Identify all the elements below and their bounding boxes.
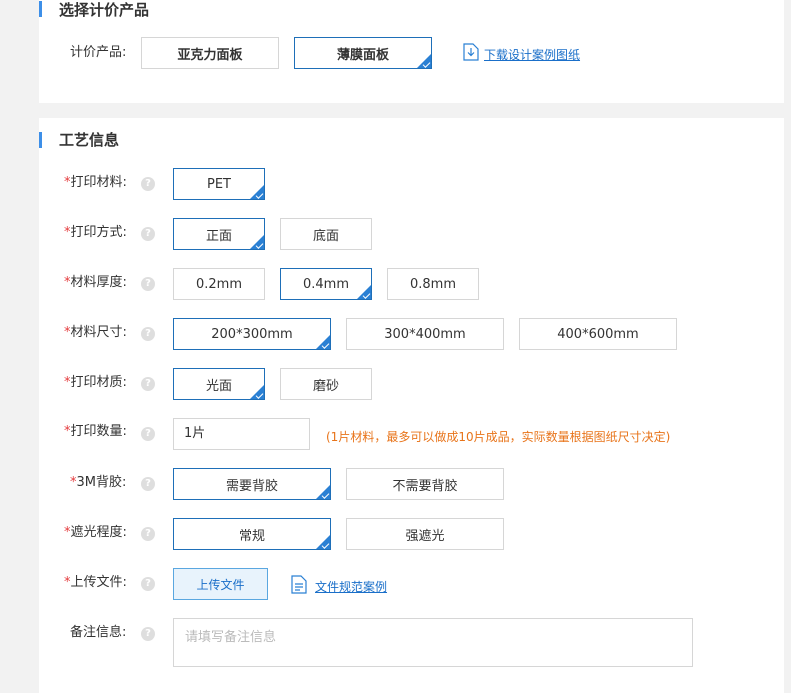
help-icon[interactable]: ?	[141, 377, 155, 391]
help-icon[interactable]: ?	[141, 577, 155, 591]
option-label: 不需要背胶	[392, 478, 458, 494]
label-text: 打印材料:	[70, 175, 127, 190]
remark-label: 备注信息:	[70, 625, 127, 640]
help-icon[interactable]: ?	[141, 327, 155, 341]
process-panel: 工艺信息 *打印材料: ? PET *打印方式: ? 正面 底面 *材料厚度: …	[39, 118, 784, 693]
help-icon[interactable]: ?	[141, 277, 155, 291]
option-label: 0.2mm	[195, 276, 242, 292]
texture-label: *打印材质:	[64, 375, 127, 391]
method-option-front[interactable]: 正面	[173, 218, 265, 250]
label-text: 材料厚度:	[70, 275, 127, 290]
section-title-product: 选择计价产品	[59, 1, 150, 19]
label-text: 上传文件:	[70, 575, 127, 590]
adhesive-label: *3M背胶:	[70, 475, 126, 491]
check-icon	[321, 541, 330, 549]
remark-textarea[interactable]	[173, 618, 693, 667]
product-option-film[interactable]: 薄膜面板	[294, 37, 432, 69]
product-option-acrylic[interactable]: 亚克力面板	[141, 37, 279, 69]
texture-option-matte[interactable]: 磨砂	[280, 368, 372, 400]
section-accent-bar	[39, 132, 42, 148]
method-option-back[interactable]: 底面	[280, 218, 372, 250]
upload-file-button[interactable]: 上传文件	[173, 568, 268, 600]
section-accent-bar	[39, 1, 42, 17]
option-label: 强遮光	[405, 528, 445, 544]
check-icon	[422, 60, 431, 68]
section-title-process: 工艺信息	[59, 131, 120, 149]
method-label: *打印方式:	[64, 225, 127, 241]
option-label: 磨砂	[312, 378, 339, 394]
adhesive-option-yes[interactable]: 需要背胶	[173, 468, 331, 500]
label-text: 材料尺寸:	[70, 325, 127, 340]
check-icon	[321, 341, 330, 349]
file-spec-link[interactable]: 文件规范案例	[315, 578, 387, 595]
option-label: 300*400mm	[384, 326, 466, 342]
quantity-label: *打印数量:	[64, 424, 127, 440]
label-text: 打印数量:	[70, 424, 127, 439]
texture-option-glossy[interactable]: 光面	[173, 368, 265, 400]
download-design-link[interactable]: 下载设计案例图纸	[484, 46, 580, 63]
help-icon[interactable]: ?	[141, 427, 155, 441]
size-option-200x300[interactable]: 200*300mm	[173, 318, 331, 350]
shading-label: *遮光程度:	[64, 525, 127, 541]
size-label: *材料尺寸:	[64, 325, 127, 341]
label-text: 3M背胶:	[76, 475, 127, 490]
thickness-option-0-2mm[interactable]: 0.2mm	[173, 268, 265, 300]
material-option-pet[interactable]: PET	[173, 168, 265, 200]
size-option-400x600[interactable]: 400*600mm	[519, 318, 677, 350]
help-icon[interactable]: ?	[141, 227, 155, 241]
check-icon	[255, 191, 264, 199]
thickness-option-0-4mm[interactable]: 0.4mm	[280, 268, 372, 300]
option-label: 200*300mm	[211, 326, 293, 342]
product-label: 计价产品:	[70, 45, 127, 60]
upload-label: *上传文件:	[64, 575, 127, 591]
option-label: 光面	[205, 378, 232, 394]
check-icon	[255, 241, 264, 249]
check-icon	[321, 491, 330, 499]
download-icon[interactable]	[463, 43, 479, 61]
help-icon[interactable]: ?	[141, 527, 155, 541]
help-icon[interactable]: ?	[141, 627, 155, 641]
material-label: *打印材料:	[64, 175, 127, 191]
label-text: 打印方式:	[70, 225, 127, 240]
shading-option-normal[interactable]: 常规	[173, 518, 331, 550]
check-icon	[255, 391, 264, 399]
shading-option-strong[interactable]: 强遮光	[346, 518, 504, 550]
product-panel: 选择计价产品 计价产品: 亚克力面板 薄膜面板 下载设计案例图纸	[39, 0, 784, 103]
label-text: 打印材质:	[70, 375, 127, 390]
help-icon[interactable]: ?	[141, 477, 155, 491]
option-label: 0.4mm	[302, 276, 349, 292]
check-icon	[362, 291, 371, 299]
option-label: 常规	[238, 528, 265, 544]
help-icon[interactable]: ?	[141, 177, 155, 191]
option-label: 底面	[312, 228, 339, 244]
label-text: 遮光程度:	[70, 525, 127, 540]
option-label: 需要背胶	[225, 478, 278, 494]
thickness-option-0-8mm[interactable]: 0.8mm	[387, 268, 479, 300]
adhesive-option-no[interactable]: 不需要背胶	[346, 468, 504, 500]
option-label: 0.8mm	[409, 276, 456, 292]
document-icon[interactable]	[291, 575, 307, 594]
option-label: 正面	[205, 228, 232, 244]
size-option-300x400[interactable]: 300*400mm	[346, 318, 504, 350]
option-label: 亚克力面板	[177, 47, 243, 63]
option-label: 薄膜面板	[336, 47, 389, 63]
option-label: 400*600mm	[557, 326, 639, 342]
quantity-input[interactable]: 1片	[173, 418, 310, 450]
thickness-label: *材料厚度:	[64, 275, 127, 291]
quantity-note: (1片材料，最多可以做成10片成品，实际数量根据图纸尺寸决定)	[326, 430, 671, 444]
option-label: PET	[207, 176, 231, 192]
